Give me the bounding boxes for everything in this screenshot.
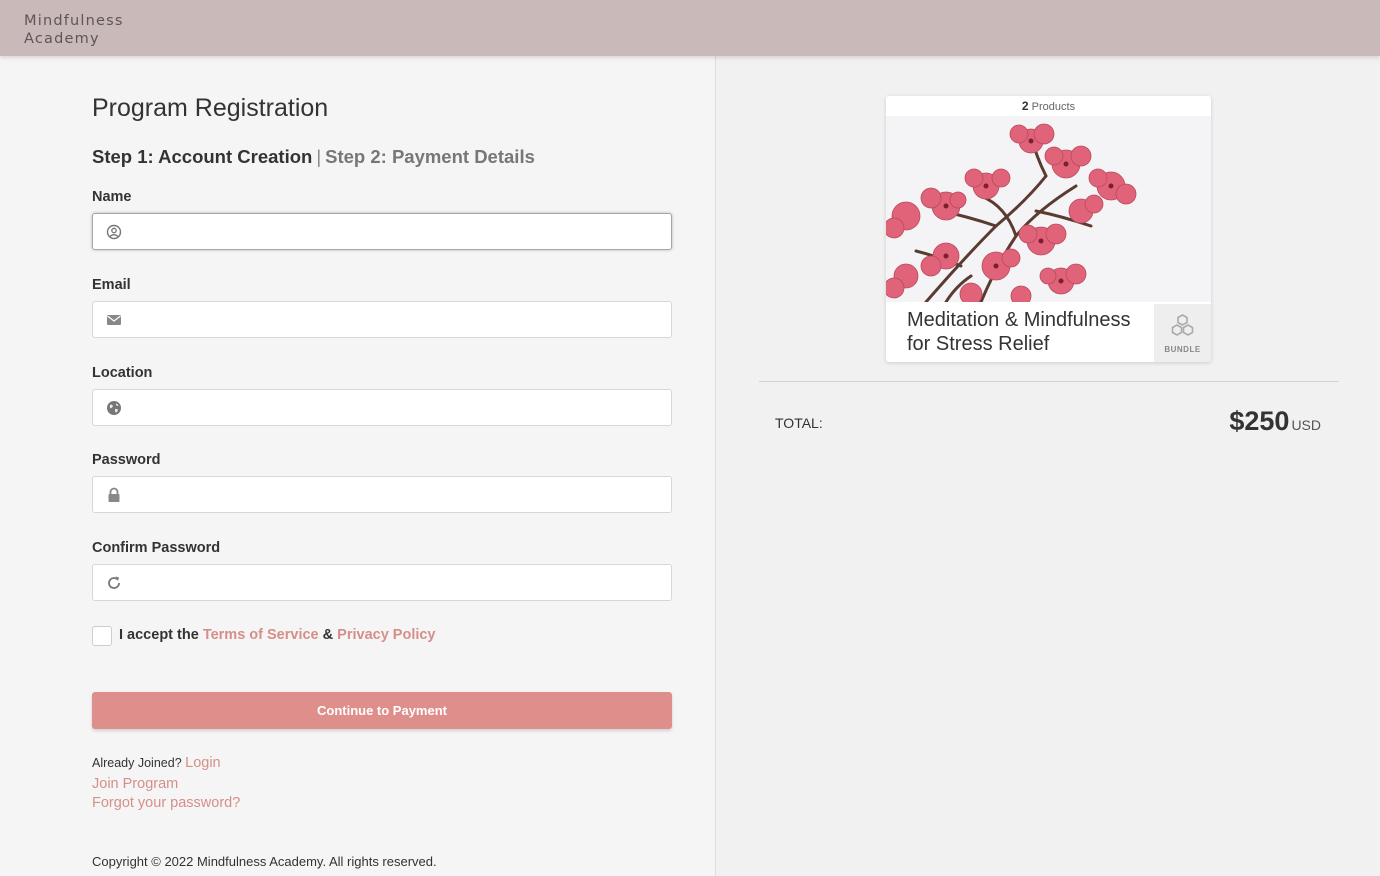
continue-to-payment-button[interactable]: Continue to Payment <box>92 692 672 729</box>
user-circle-icon <box>106 224 122 240</box>
total-amount: $250 USD <box>1229 406 1321 437</box>
product-count-number: 2 <box>1021 99 1029 113</box>
terms-ampersand: & <box>322 627 334 643</box>
name-input[interactable] <box>133 214 663 249</box>
location-input[interactable] <box>133 390 663 425</box>
step-2-label: Step 2: Payment Details <box>325 146 535 167</box>
already-joined-row: Already Joined? Login <box>92 755 221 771</box>
page-title: Program Registration <box>92 94 329 122</box>
bundle-badge: BUNDLE <box>1154 304 1211 362</box>
privacy-policy-link[interactable]: Privacy Policy <box>337 627 435 643</box>
already-joined-text: Already Joined? <box>92 756 182 770</box>
envelope-icon <box>107 315 121 325</box>
step-separator: | <box>316 146 322 167</box>
total-label: TOTAL: <box>775 415 823 431</box>
total-price: $250 <box>1229 406 1290 436</box>
cubes-icon <box>1171 314 1194 336</box>
copyright-text: Copyright © 2022 Mindfulness Academy. Al… <box>92 854 437 869</box>
email-input[interactable] <box>133 302 663 337</box>
lock-icon <box>108 487 120 502</box>
top-bar: Mindfulness Academy <box>0 0 1380 56</box>
globe-icon <box>107 401 121 415</box>
password-input[interactable] <box>133 477 663 512</box>
name-field[interactable] <box>92 213 672 250</box>
confirm-password-field[interactable] <box>92 564 672 601</box>
location-field[interactable] <box>92 389 672 426</box>
email-label: Email <box>92 277 131 293</box>
product-card[interactable]: 2 Products Meditation & Mindfulness for … <box>886 96 1211 362</box>
terms-text: I accept the Terms of Service & Privacy … <box>119 627 436 643</box>
summary-divider <box>759 381 1339 382</box>
product-count-label: Products <box>1031 101 1076 113</box>
login-link[interactable]: Login <box>185 755 220 771</box>
product-image <box>886 116 1211 302</box>
name-label: Name <box>92 189 132 205</box>
location-label: Location <box>92 365 153 381</box>
email-field[interactable] <box>92 301 672 338</box>
product-count: 2 Products <box>886 96 1211 116</box>
terms-of-service-link[interactable]: Terms of Service <box>203 627 319 643</box>
join-program-link[interactable]: Join Program <box>92 776 178 792</box>
registration-panel: Program Registration Step 1: Account Cre… <box>0 56 715 876</box>
total-currency: USD <box>1291 417 1321 433</box>
password-field[interactable] <box>92 476 672 513</box>
bundle-label: BUNDLE <box>1164 345 1201 354</box>
product-title[interactable]: Meditation & Mindfulness for Stress Reli… <box>907 308 1147 362</box>
step-indicator: Step 1: Account Creation | Step 2: Payment… <box>92 146 535 168</box>
confirm-password-label: Confirm Password <box>92 540 221 556</box>
step-1-label: Step 1: Account Creation <box>92 146 313 167</box>
confirm-password-input[interactable] <box>133 565 663 600</box>
terms-checkbox[interactable] <box>92 626 112 646</box>
password-label: Password <box>92 452 161 468</box>
terms-prefix: I accept the <box>119 627 199 643</box>
refresh-icon <box>108 576 120 589</box>
order-summary-panel: 2 Products Meditation & Mindfulness for … <box>715 56 1380 876</box>
brand-logo[interactable]: Mindfulness Academy <box>24 12 124 48</box>
forgot-password-link[interactable]: Forgot your password? <box>92 795 240 811</box>
